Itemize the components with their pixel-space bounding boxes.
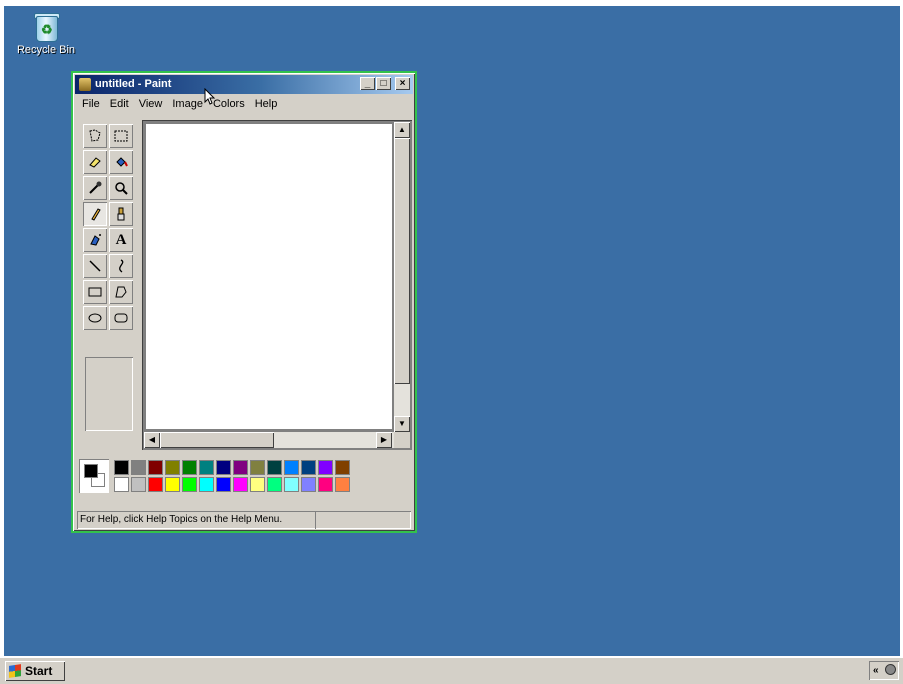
palette-swatch[interactable] xyxy=(114,460,129,475)
taskbar: Start « xyxy=(0,657,903,684)
recycle-bin-icon[interactable]: ♻ xyxy=(32,12,60,42)
start-button[interactable]: Start xyxy=(5,661,65,681)
minimize-button[interactable]: _ xyxy=(360,77,375,90)
palette-swatch[interactable] xyxy=(335,460,350,475)
palette-swatch[interactable] xyxy=(250,477,265,492)
drawing-canvas[interactable] xyxy=(146,124,392,429)
palette-swatch[interactable] xyxy=(199,477,214,492)
fill-bucket-icon[interactable] xyxy=(109,150,133,174)
pencil-icon[interactable] xyxy=(83,202,107,226)
scroll-up-button[interactable]: ▲ xyxy=(394,122,410,138)
canvas-area: ▲ ▼ ◀ ▶ xyxy=(142,120,412,450)
palette-swatch[interactable] xyxy=(216,460,231,475)
scroll-right-button[interactable]: ▶ xyxy=(376,432,392,448)
palette-swatch[interactable] xyxy=(250,460,265,475)
paint-app-icon[interactable] xyxy=(79,78,91,91)
magnifier-icon[interactable] xyxy=(109,176,133,200)
airbrush-icon[interactable] xyxy=(83,228,107,252)
palette-swatch[interactable] xyxy=(335,477,350,492)
tray-status-icon[interactable] xyxy=(885,664,896,675)
menu-bar: File Edit View Image Colors Help xyxy=(77,96,282,114)
scroll-left-button[interactable]: ◀ xyxy=(144,432,160,448)
pick-color-icon[interactable] xyxy=(83,176,107,200)
text-icon[interactable]: A xyxy=(109,228,133,252)
palette-swatch[interactable] xyxy=(165,460,180,475)
rectangle-icon[interactable] xyxy=(83,280,107,304)
palette-swatch[interactable] xyxy=(131,460,146,475)
mouse-cursor-icon xyxy=(204,88,216,105)
line-icon[interactable] xyxy=(83,254,107,278)
palette-swatch[interactable] xyxy=(233,460,248,475)
scroll-down-button[interactable]: ▼ xyxy=(394,416,410,432)
palette-swatch[interactable] xyxy=(199,460,214,475)
system-tray: « xyxy=(869,661,899,680)
close-button[interactable]: × xyxy=(395,77,410,90)
start-label: Start xyxy=(25,664,53,678)
color-palette xyxy=(79,459,369,497)
title-bar[interactable]: untitled - Paint _ □ × xyxy=(75,75,413,94)
palette-swatch[interactable] xyxy=(301,460,316,475)
scrollbar-corner xyxy=(394,432,410,448)
tool-options-box[interactable] xyxy=(85,357,133,431)
vertical-scrollbar[interactable]: ▲ ▼ xyxy=(394,122,410,432)
palette-swatch[interactable] xyxy=(148,477,163,492)
palette-swatch[interactable] xyxy=(131,477,146,492)
palette-swatch[interactable] xyxy=(267,477,282,492)
status-bar-pane xyxy=(315,511,411,529)
menu-help[interactable]: Help xyxy=(250,96,283,110)
menu-image[interactable]: Image xyxy=(167,96,208,110)
brush-icon[interactable] xyxy=(109,202,133,226)
windows-logo-icon xyxy=(9,664,21,678)
palette-swatch[interactable] xyxy=(301,477,316,492)
ellipse-icon[interactable] xyxy=(83,306,107,330)
palette-swatch[interactable] xyxy=(114,477,129,492)
rounded-rectangle-icon[interactable] xyxy=(109,306,133,330)
polygon-icon[interactable] xyxy=(109,280,133,304)
free-form-select-icon[interactable] xyxy=(83,124,107,148)
window-title: untitled - Paint xyxy=(95,78,172,90)
palette-swatch[interactable] xyxy=(318,477,333,492)
foreground-color-swatch xyxy=(84,464,98,478)
paint-window: untitled - Paint _ □ × File Edit View Image… xyxy=(71,71,417,533)
tray-expand-icon[interactable]: « xyxy=(873,661,879,680)
current-colors-box xyxy=(79,459,109,493)
palette-swatch[interactable] xyxy=(165,477,180,492)
palette-swatch[interactable] xyxy=(267,460,282,475)
curve-icon[interactable] xyxy=(109,254,133,278)
select-icon[interactable] xyxy=(109,124,133,148)
horizontal-scroll-thumb[interactable] xyxy=(160,432,274,448)
status-bar-text: For Help, click Help Topics on the Help … xyxy=(77,511,316,529)
palette-swatch[interactable] xyxy=(284,477,299,492)
menu-file[interactable]: File xyxy=(77,96,105,110)
eraser-icon[interactable] xyxy=(83,150,107,174)
menu-edit[interactable]: Edit xyxy=(105,96,134,110)
recycle-bin-shortcut[interactable]: ♻ Recycle Bin xyxy=(16,12,76,56)
maximize-button[interactable]: □ xyxy=(376,77,391,90)
vertical-scroll-thumb[interactable] xyxy=(394,138,410,384)
palette-swatch[interactable] xyxy=(216,477,231,492)
palette-swatch[interactable] xyxy=(233,477,248,492)
horizontal-scrollbar[interactable]: ◀ ▶ xyxy=(144,432,394,448)
palette-swatch[interactable] xyxy=(182,460,197,475)
palette-swatch[interactable] xyxy=(148,460,163,475)
palette-swatch[interactable] xyxy=(284,460,299,475)
recycle-bin-label: Recycle Bin xyxy=(16,44,76,56)
palette-swatch[interactable] xyxy=(182,477,197,492)
menu-view[interactable]: View xyxy=(134,96,168,110)
palette-swatch[interactable] xyxy=(318,460,333,475)
